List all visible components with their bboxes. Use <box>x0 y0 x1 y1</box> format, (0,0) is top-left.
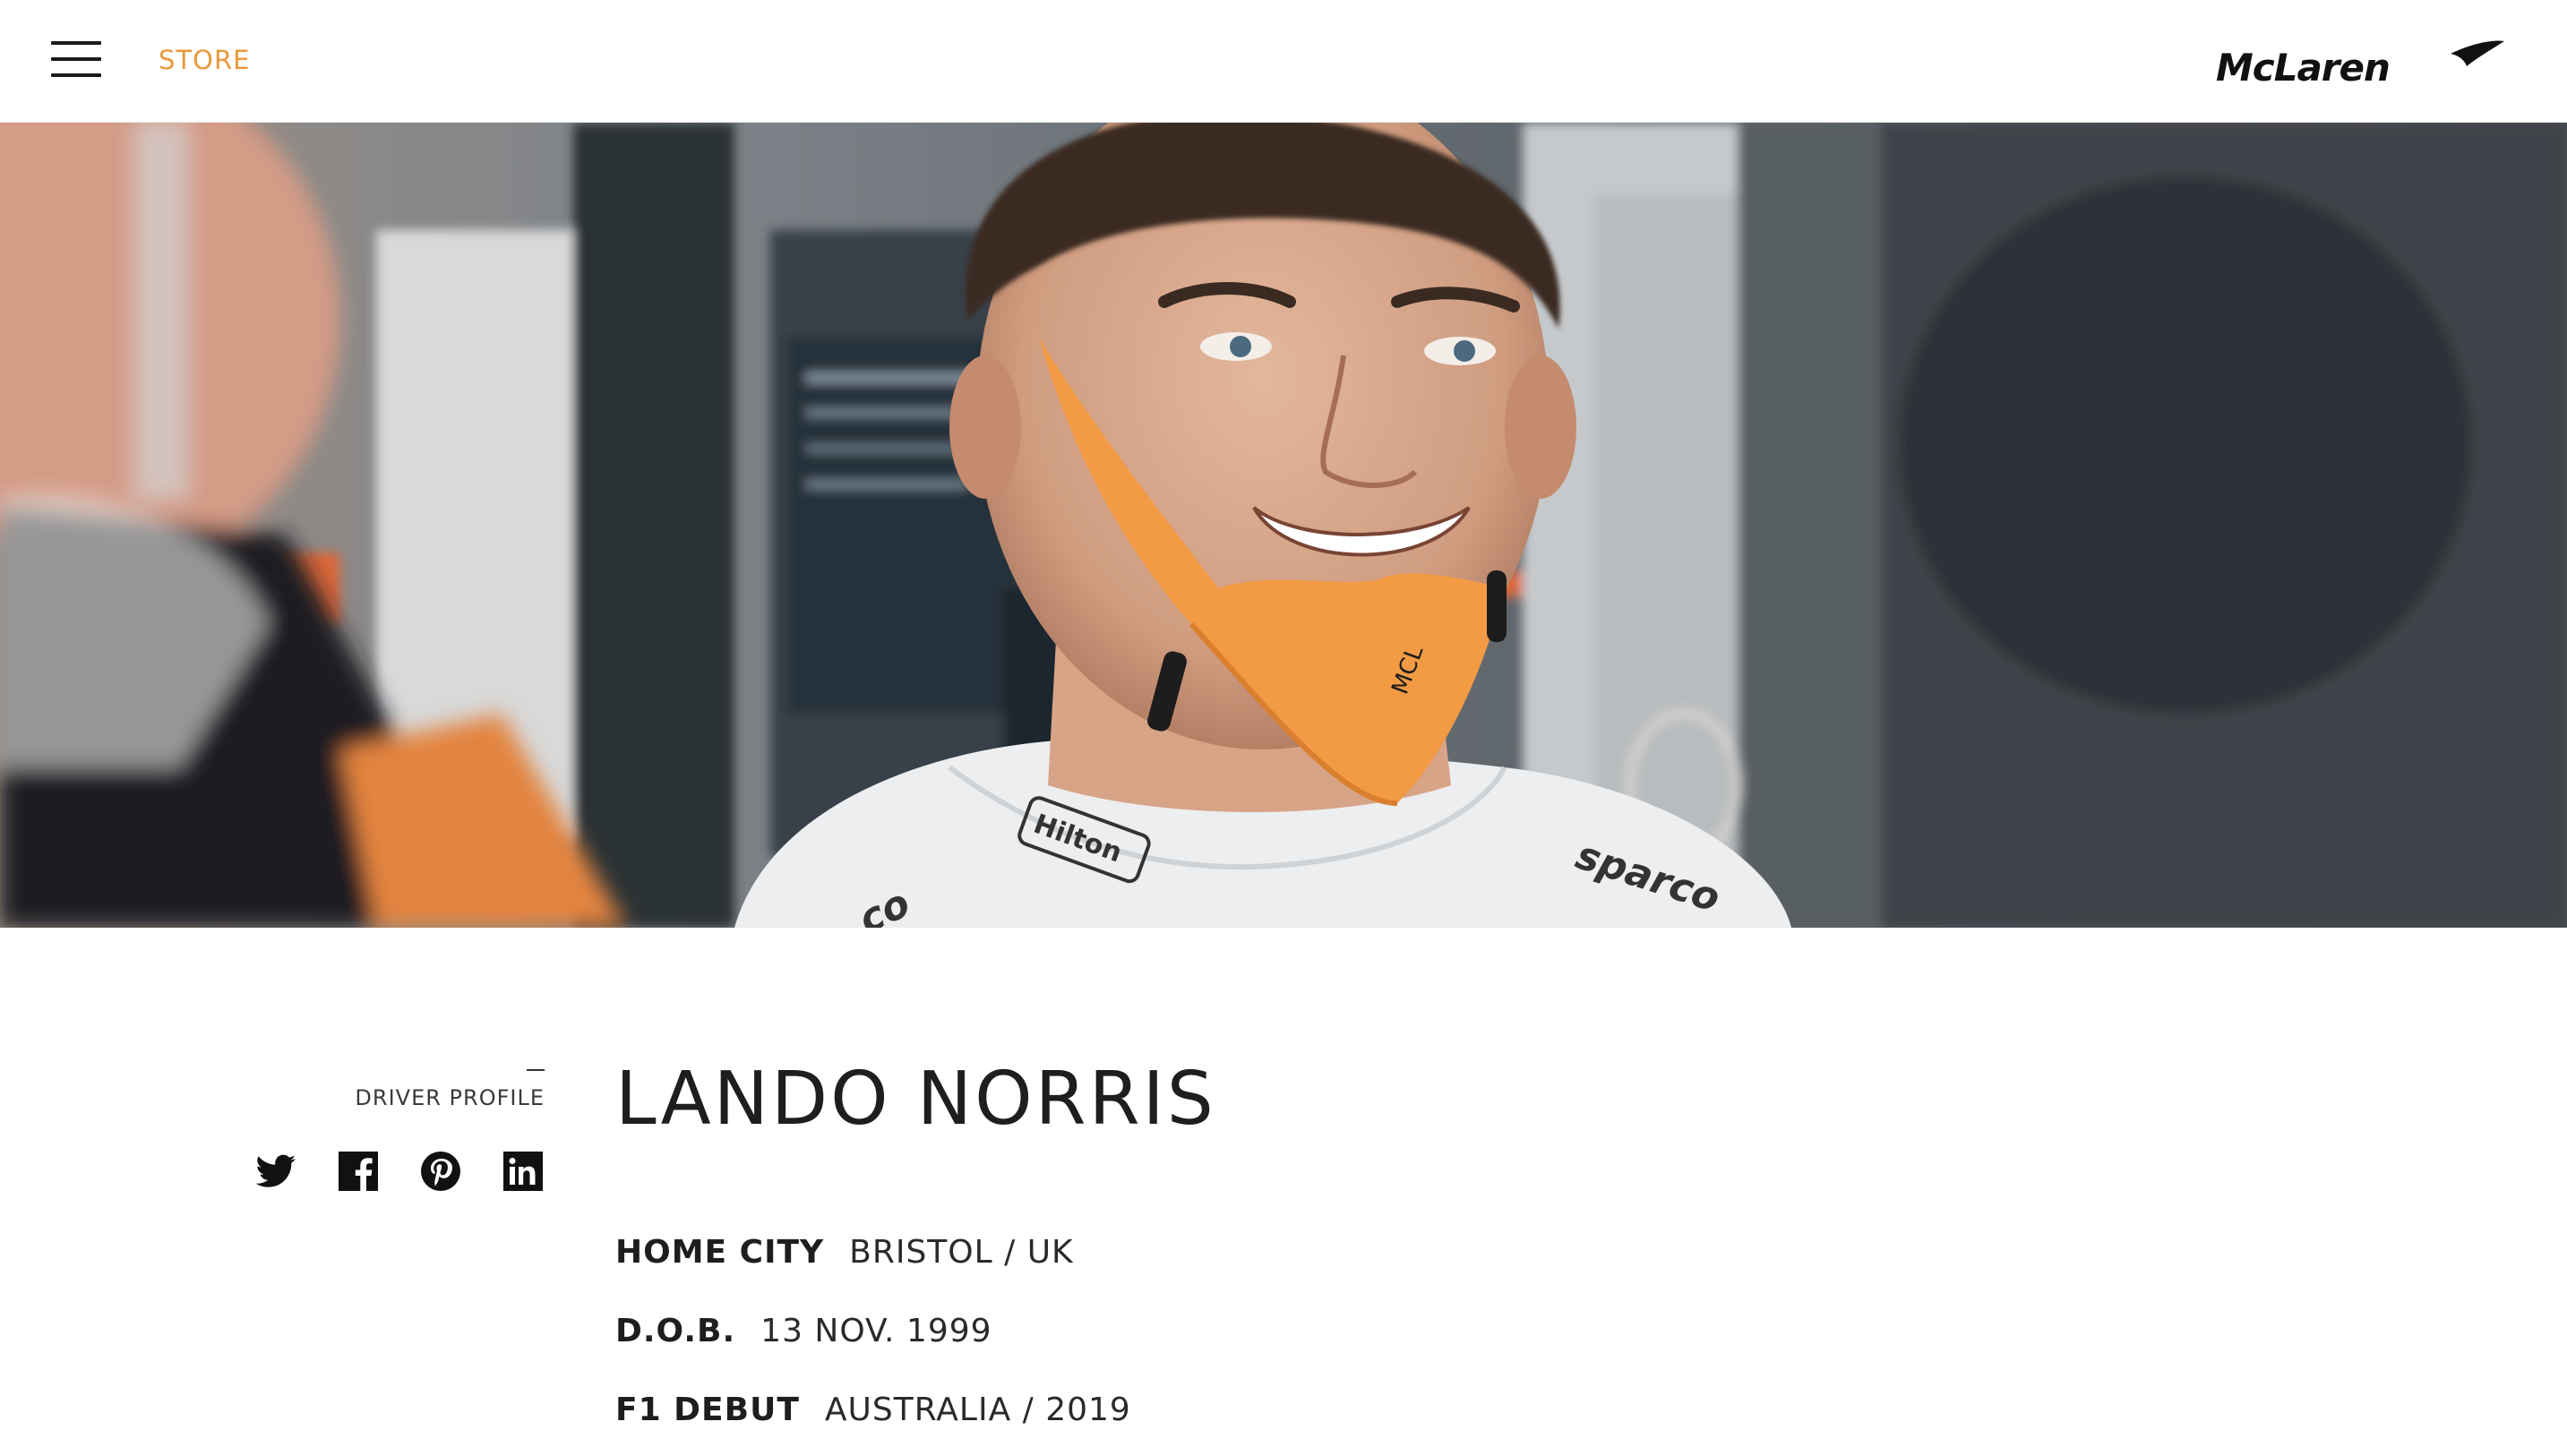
site-header: STORE McLaren <box>0 0 2567 123</box>
stat-dob: D.O.B. 13 NOV. 1999 <box>615 1313 992 1349</box>
hamburger-line <box>51 73 101 77</box>
hamburger-line <box>51 41 101 45</box>
pinterest-icon[interactable] <box>419 1150 462 1193</box>
speedmark-icon <box>2451 40 2504 66</box>
social-share-list <box>254 1150 545 1193</box>
stat-f1-debut: F1 DEBUT AUSTRALIA / 2019 <box>615 1392 1131 1428</box>
store-link[interactable]: STORE <box>159 45 250 75</box>
stat-label: F1 DEBUT <box>615 1392 800 1428</box>
linkedin-icon[interactable] <box>502 1150 545 1193</box>
stat-home-city: HOME CITY BRISTOL / UK <box>615 1234 1074 1271</box>
mclaren-logo[interactable]: McLaren <box>2209 36 2504 90</box>
stat-value: 13 NOV. 1999 <box>760 1313 992 1349</box>
hero-driver-photo: MCL Hilton sparco co <box>0 123 2567 928</box>
section-dash <box>527 1069 545 1071</box>
stat-label: HOME CITY <box>615 1234 825 1271</box>
stat-value: BRISTOL / UK <box>849 1234 1074 1271</box>
facebook-icon[interactable] <box>337 1150 380 1193</box>
hamburger-line <box>51 57 101 61</box>
driver-photo-illustration: MCL Hilton sparco co <box>0 123 2567 928</box>
hamburger-menu-icon[interactable] <box>51 41 101 77</box>
stat-label: D.O.B. <box>615 1313 736 1349</box>
driver-name: LANDO NORRIS <box>615 1057 1216 1142</box>
mclaren-logo-text: McLaren <box>2216 46 2390 90</box>
twitter-icon[interactable] <box>254 1150 297 1193</box>
stat-value: AUSTRALIA / 2019 <box>824 1392 1131 1428</box>
driver-profile-label: DRIVER PROFILE <box>355 1085 545 1110</box>
